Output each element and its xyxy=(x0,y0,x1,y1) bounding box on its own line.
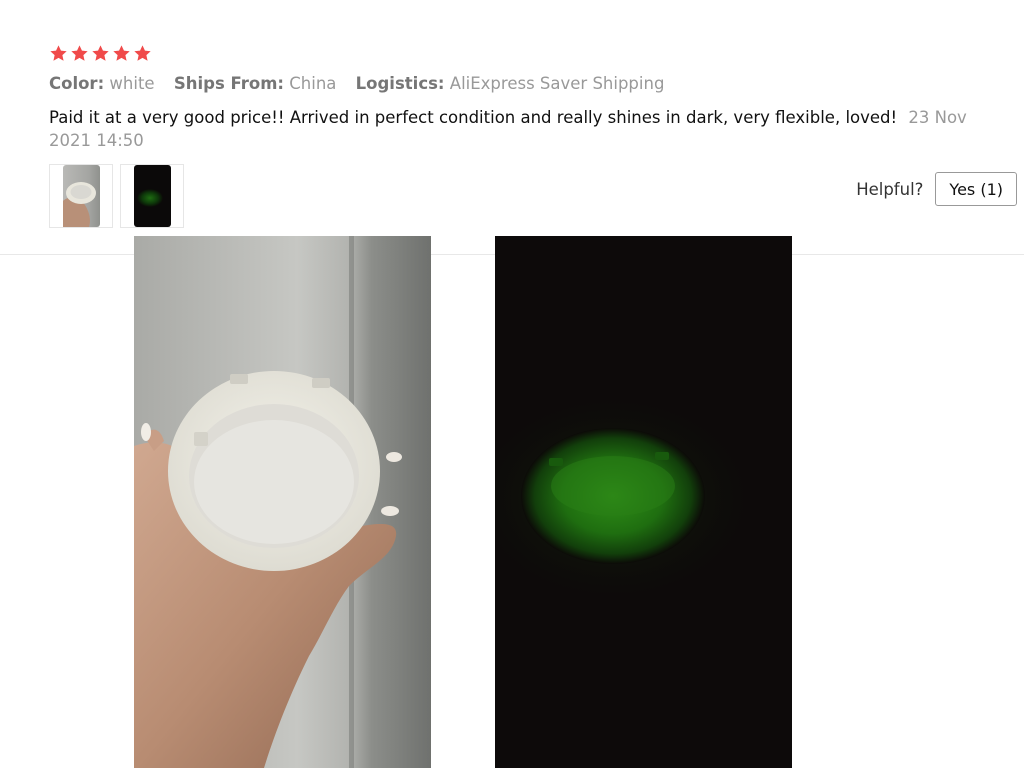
attribute-logistics: Logistics: AliExpress Saver Shipping xyxy=(355,74,665,93)
star-icon xyxy=(49,44,68,63)
helpful-label: Helpful? xyxy=(856,179,924,199)
helpful-yes-button[interactable]: Yes (1) xyxy=(935,172,1017,206)
star-icon xyxy=(133,44,152,63)
ashtray-in-hand-photo-thumbnail[interactable] xyxy=(49,164,113,228)
review-body: Paid it at a very good price!! Arrived i… xyxy=(49,106,969,152)
star-icon xyxy=(91,44,110,63)
glowing-ashtray-dark-photo-thumbnail[interactable] xyxy=(120,164,184,228)
review-attributes: Color: white Ships From: China Logistics… xyxy=(49,74,1024,94)
star-icon xyxy=(112,44,131,63)
helpful-section: Helpful? Yes (1) xyxy=(856,172,1017,206)
ashtray-glowing-in-dark-photo xyxy=(495,236,792,768)
review-text: Paid it at a very good price!! Arrived i… xyxy=(49,108,898,127)
review-item: Color: white Ships From: China Logistics… xyxy=(49,42,1024,228)
review-thumbnails xyxy=(49,164,184,228)
ashtray-held-in-hand-photo xyxy=(134,236,431,768)
star-icon xyxy=(70,44,89,63)
star-rating xyxy=(49,42,1024,64)
attribute-ships-from: Ships From: China xyxy=(173,74,337,93)
attribute-color: Color: white xyxy=(49,74,155,93)
